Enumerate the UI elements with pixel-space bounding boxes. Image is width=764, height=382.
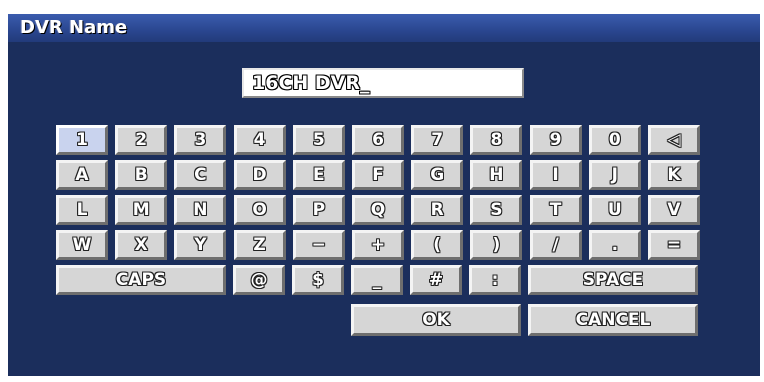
key-1[interactable]: 1 <box>56 125 108 155</box>
slash-key[interactable]: / <box>529 230 582 260</box>
key-m[interactable]: M <box>115 195 168 225</box>
equals-key[interactable]: = <box>648 230 700 260</box>
space-key[interactable]: SPACE <box>528 265 698 295</box>
key-0[interactable]: 0 <box>588 125 641 155</box>
key-p[interactable]: P <box>292 195 345 225</box>
dollar-key[interactable]: $ <box>292 265 344 295</box>
key-n[interactable]: N <box>174 195 227 225</box>
key-b[interactable]: B <box>115 160 168 190</box>
key-j[interactable]: J <box>588 160 641 190</box>
key-f[interactable]: F <box>352 160 404 190</box>
key-v[interactable]: V <box>648 195 700 225</box>
key-s[interactable]: S <box>470 195 523 225</box>
key-c[interactable]: C <box>174 160 227 190</box>
dialog-title: DVR Name <box>20 17 128 38</box>
ok-button[interactable]: OK <box>351 304 521 336</box>
hash-key[interactable]: # <box>410 265 462 295</box>
key-u[interactable]: U <box>588 195 641 225</box>
key-d[interactable]: D <box>233 160 286 190</box>
key-9[interactable]: 9 <box>529 125 582 155</box>
key-y[interactable]: Y <box>174 230 227 260</box>
key-g[interactable]: G <box>411 160 464 190</box>
key-8[interactable]: 8 <box>470 125 523 155</box>
dvr-name-field[interactable]: 16CH DVR_ <box>242 68 524 98</box>
caps-key[interactable]: CAPS <box>56 265 226 295</box>
colon-key[interactable]: : <box>469 265 521 295</box>
backspace-key[interactable]: ◁ <box>648 125 700 155</box>
key-l[interactable]: L <box>56 195 108 225</box>
plus-key[interactable]: + <box>352 230 404 260</box>
key-q[interactable]: Q <box>352 195 404 225</box>
key-x[interactable]: X <box>115 230 168 260</box>
key-r[interactable]: R <box>411 195 464 225</box>
key-2[interactable]: 2 <box>115 125 168 155</box>
key-6[interactable]: 6 <box>352 125 404 155</box>
key-4[interactable]: 4 <box>233 125 286 155</box>
key-z[interactable]: Z <box>233 230 286 260</box>
key-7[interactable]: 7 <box>411 125 464 155</box>
title-bar: DVR Name <box>8 14 760 42</box>
key-i[interactable]: I <box>529 160 582 190</box>
key-3[interactable]: 3 <box>174 125 227 155</box>
underscore-key[interactable]: _ <box>351 265 403 295</box>
at-key[interactable]: @ <box>233 265 285 295</box>
period-key[interactable]: . <box>588 230 641 260</box>
key-w[interactable]: W <box>56 230 108 260</box>
dvr-name-dialog: DVR Name 16CH DVR_ 1 2 3 4 5 6 7 8 9 0 ◁ A B C D E F G H I J… <box>8 14 760 376</box>
key-5[interactable]: 5 <box>292 125 345 155</box>
key-h[interactable]: H <box>470 160 523 190</box>
key-k[interactable]: K <box>648 160 700 190</box>
minus-key[interactable]: − <box>292 230 345 260</box>
open-paren-key[interactable]: ( <box>411 230 464 260</box>
key-o[interactable]: O <box>233 195 286 225</box>
key-a[interactable]: A <box>56 160 108 190</box>
dvr-name-value: 16CH DVR_ <box>252 72 370 94</box>
close-paren-key[interactable]: ) <box>470 230 523 260</box>
key-e[interactable]: E <box>292 160 345 190</box>
screen: DVR Name 16CH DVR_ 1 2 3 4 5 6 7 8 9 0 ◁ A B C D E F G H I J… <box>0 0 764 382</box>
key-t[interactable]: T <box>529 195 582 225</box>
cancel-button[interactable]: CANCEL <box>528 304 698 336</box>
